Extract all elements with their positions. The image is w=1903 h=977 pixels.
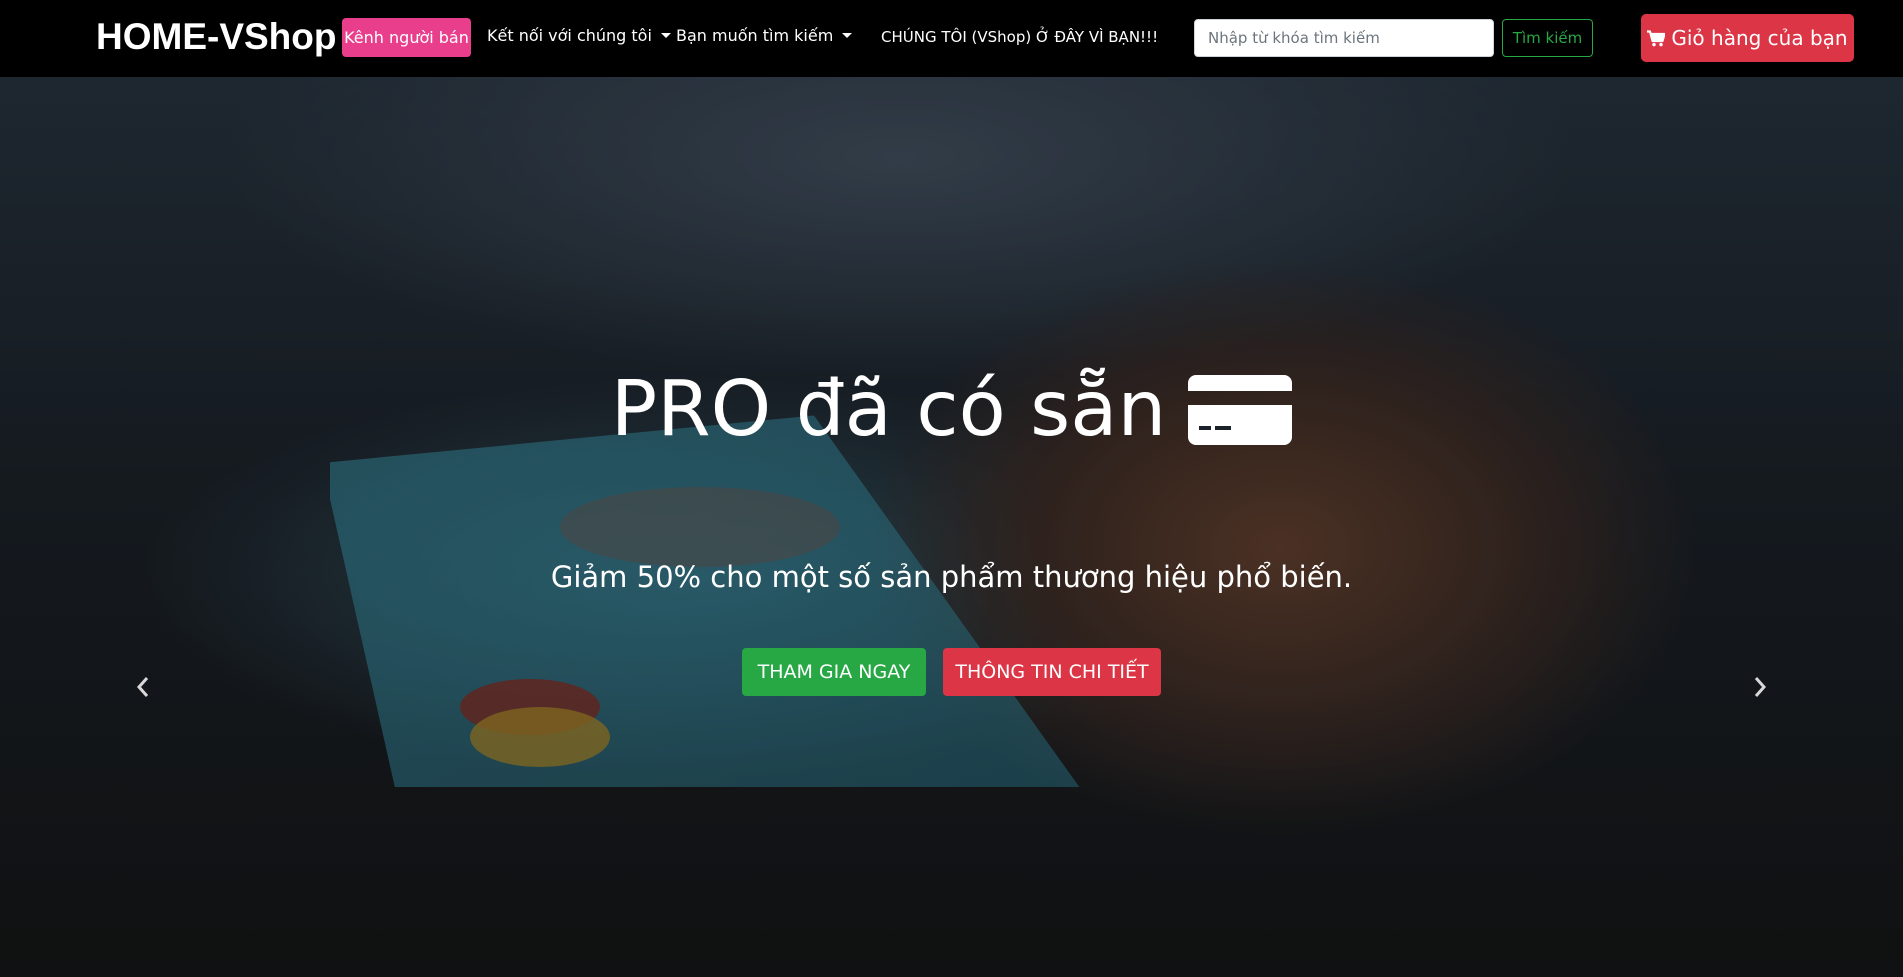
chevron-right-icon [1754, 677, 1767, 697]
details-button[interactable]: THÔNG TIN CHI TIẾT [943, 648, 1161, 696]
shopping-cart-icon [1647, 29, 1666, 47]
carousel-next-control[interactable] [1745, 672, 1775, 702]
seller-channel-button[interactable]: Kênh người bán [342, 18, 471, 57]
cart-button-label: Giỏ hàng của bạn [1671, 26, 1848, 50]
top-navbar: HOME-VShop Kênh người bán Kết nối với ch… [0, 0, 1903, 77]
search-dropdown[interactable]: Bạn muốn tìm kiếm [676, 26, 853, 45]
hero-overlay [0, 77, 1903, 977]
search-button[interactable]: Tìm kiếm [1502, 19, 1593, 57]
connect-dropdown-label: Kết nối với chúng tôi [487, 26, 652, 45]
hero-title-text: PRO đã có sẵn [610, 365, 1167, 454]
caret-down-icon [660, 33, 671, 38]
brand-logo[interactable]: HOME-VShop [96, 16, 336, 58]
chevron-left-icon [136, 677, 149, 697]
search-input[interactable] [1194, 19, 1494, 57]
carousel-prev-control[interactable] [128, 672, 158, 702]
connect-dropdown[interactable]: Kết nối với chúng tôi [487, 26, 671, 45]
join-now-button[interactable]: THAM GIA NGAY [742, 648, 926, 696]
hero-carousel [0, 77, 1903, 977]
hero-subtitle: Giảm 50% cho một số sản phẩm thương hiệu… [550, 560, 1353, 594]
search-dropdown-label: Bạn muốn tìm kiếm [676, 26, 834, 45]
credit-card-icon [1188, 374, 1293, 445]
nav-tagline: CHÚNG TÔI (VShop) Ở ĐÂY VÌ BẠN!!! [881, 28, 1159, 46]
hero-title: PRO đã có sẵn [0, 365, 1903, 454]
caret-down-icon [842, 33, 853, 38]
cart-button[interactable]: Giỏ hàng của bạn [1641, 14, 1854, 62]
